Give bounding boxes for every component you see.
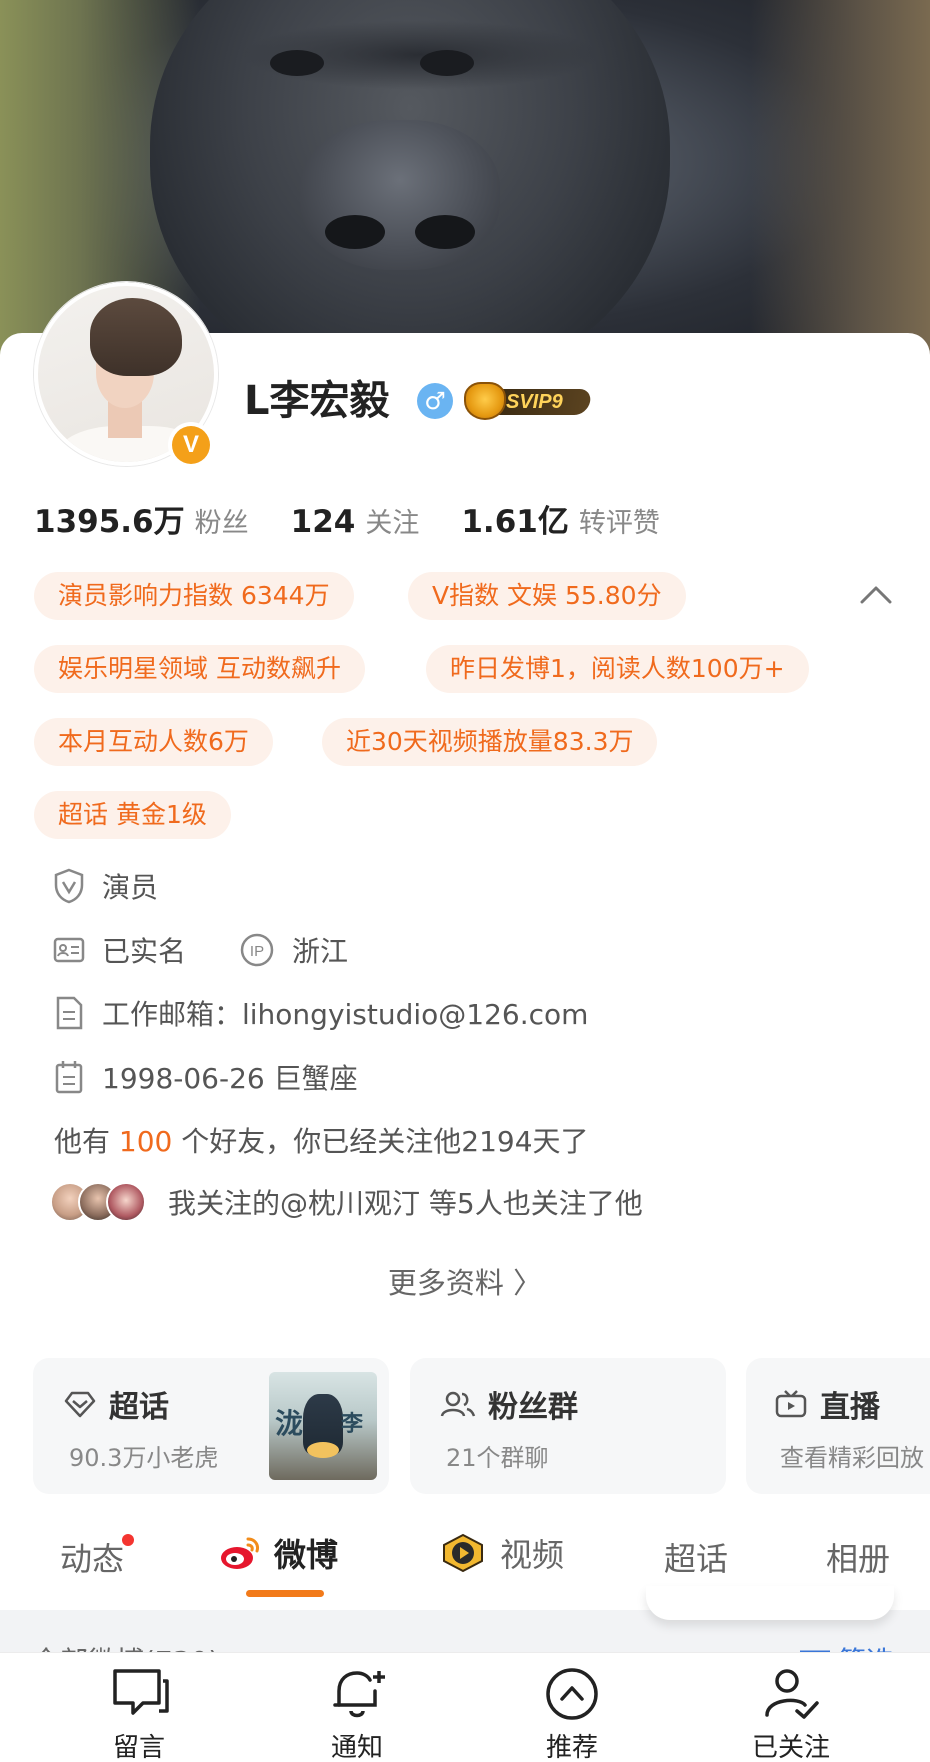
crown-icon [464, 382, 506, 420]
profile-stats: 1395.6万 粉丝 124 关注 1.61亿 转评赞 [34, 496, 702, 541]
avatar-hair [90, 298, 182, 376]
notification-dot [122, 1534, 135, 1546]
chevron-up-circle-icon [546, 1668, 598, 1720]
profile-name: L李宏毅 [244, 378, 390, 424]
verified-badge: V [168, 422, 214, 468]
weibo-logo-icon [221, 1537, 259, 1569]
mutual-follow-text: 我关注的@枕川观汀 等5人也关注了他 [168, 1187, 643, 1220]
more-info-link[interactable]: 更多资料 〉 [0, 1260, 930, 1302]
card-super-topic[interactable]: 超话 90.3万小老虎 泷 李 [33, 1358, 389, 1494]
gender-male-icon: ♂ [417, 383, 453, 419]
verified-badge-letter: V [172, 426, 210, 464]
card-live[interactable]: 直播 查看精彩回放 [746, 1358, 930, 1494]
svg-text:IP: IP [250, 943, 264, 960]
tab-super-topic[interactable]: 超话 [664, 1534, 728, 1580]
bottom-nav: 留言 通知 推荐 已关注 [0, 1652, 930, 1762]
shield-icon [54, 868, 84, 904]
card-subtitle: 90.3万小老虎 [69, 1444, 219, 1472]
email-text[interactable]: 工作邮箱：lihongyistudio@126.com [102, 993, 588, 1033]
tag-super-topic-level[interactable]: 超话 黄金1级 [34, 791, 231, 839]
bell-plus-icon [333, 1671, 385, 1718]
gorilla-nostril-left [325, 215, 385, 249]
info-email[interactable]: 工作邮箱：lihongyistudio@126.com [52, 993, 588, 1033]
following-label[interactable]: 关注 [365, 501, 419, 540]
following-count[interactable]: 124 [291, 504, 356, 540]
chevron-up-icon[interactable] [858, 582, 894, 606]
mutual-avatar [106, 1182, 146, 1222]
svip-badge-label: SVIP9 [506, 391, 563, 413]
tab-weibo[interactable]: 微博 [218, 1530, 338, 1576]
document-icon [56, 996, 83, 1030]
followers-label[interactable]: 粉丝 [195, 501, 249, 540]
nav-label: 通知 [330, 1733, 383, 1762]
card-subtitle: 查看精彩回放 [780, 1444, 924, 1472]
info-profession: 演员 [52, 866, 158, 906]
super-topic-poster[interactable]: 泷 李 [269, 1372, 377, 1480]
poster-title-left: 泷 [275, 1407, 304, 1440]
video-play-icon [443, 1533, 483, 1573]
group-icon [440, 1391, 476, 1417]
cover-background-right [750, 0, 930, 360]
card-fan-group[interactable]: 粉丝群 21个群聊 [410, 1358, 726, 1494]
tab-label: 动态 [60, 1540, 125, 1578]
tag-actor-influence[interactable]: 演员影响力指数 6344万 [34, 572, 354, 620]
nav-label: 留言 [112, 1733, 165, 1762]
gorilla-nose [300, 120, 500, 270]
friends-suffix: 个好友，你已经关注他2194天了 [181, 1125, 589, 1158]
tab-label: 相册 [826, 1540, 891, 1578]
card-title: 超话 [63, 1382, 169, 1426]
tab-feed[interactable]: 动态 [60, 1534, 135, 1580]
user-check-icon [765, 1669, 819, 1719]
floating-panel-edge [646, 1586, 894, 1620]
friends-prefix: 他有 [54, 1125, 111, 1158]
nav-label: 推荐 [545, 1733, 598, 1762]
ip-location-icon: IP [240, 933, 274, 967]
tv-icon [775, 1390, 807, 1418]
tag-entertainment-trend[interactable]: 娱乐明星领域 互动数飙升 [34, 645, 365, 693]
poster-glow [307, 1442, 339, 1458]
gorilla-eye-left [270, 50, 324, 76]
tab-album[interactable]: 相册 [826, 1534, 890, 1580]
likes-count: 1.61亿 [461, 504, 569, 540]
poster-title-right: 李 [341, 1412, 364, 1437]
id-card-icon [53, 937, 85, 963]
card-title-text: 直播 [820, 1390, 880, 1425]
nav-label: 已关注 [751, 1733, 830, 1762]
tab-label: 超话 [664, 1540, 729, 1578]
diamond-icon [64, 1391, 96, 1418]
nav-recommend[interactable]: 推荐 [497, 1665, 647, 1762]
mutual-followers[interactable]: 我关注的@枕川观汀 等5人也关注了他 [50, 1182, 643, 1222]
nav-message[interactable]: 留言 [64, 1665, 214, 1762]
calendar-icon [55, 1061, 83, 1094]
svip-badge[interactable]: SVIP9 [462, 380, 594, 422]
message-icon [113, 1669, 169, 1715]
card-title-text: 粉丝群 [488, 1390, 578, 1425]
tag-v-index[interactable]: V指数 文娱 55.80分 [408, 572, 686, 620]
tag-monthly-interactions[interactable]: 本月互动人数6万 [34, 718, 273, 766]
likes-label: 转评赞 [578, 508, 660, 539]
tab-label: 微博 [274, 1536, 339, 1574]
friends-count[interactable]: 100 [119, 1125, 172, 1158]
tab-video[interactable]: 视频 [440, 1530, 564, 1576]
tag-video-plays[interactable]: 近30天视频播放量83.3万 [322, 718, 658, 766]
card-subtitle: 21个群聊 [446, 1444, 549, 1472]
nav-followed[interactable]: 已关注 [716, 1665, 866, 1762]
info-verification: 已实名 IP 浙江 [52, 930, 348, 970]
birthday-text: 1998-06-26 巨蟹座 [102, 1062, 358, 1095]
card-title-text: 超话 [109, 1390, 169, 1425]
gorilla-eye-right [420, 50, 474, 76]
tag-yesterday-posts[interactable]: 昨日发博1，阅读人数100万+ [426, 645, 809, 693]
card-title: 直播 [774, 1382, 880, 1426]
ip-location-text: 浙江 [292, 935, 349, 968]
nav-notify[interactable]: 通知 [282, 1665, 432, 1762]
real-name-text: 已实名 [102, 935, 187, 968]
friends-summary: 他有 100 个好友，你已经关注他2194天了 [54, 1120, 589, 1160]
gorilla-nostril-right [415, 215, 475, 249]
info-birthday: 1998-06-26 巨蟹座 [52, 1057, 358, 1097]
card-title: 粉丝群 [440, 1382, 578, 1426]
followers-count[interactable]: 1395.6万 [34, 496, 185, 541]
active-tab-indicator [246, 1590, 324, 1597]
profession-text: 演员 [102, 871, 159, 904]
tab-label: 视频 [500, 1536, 565, 1574]
